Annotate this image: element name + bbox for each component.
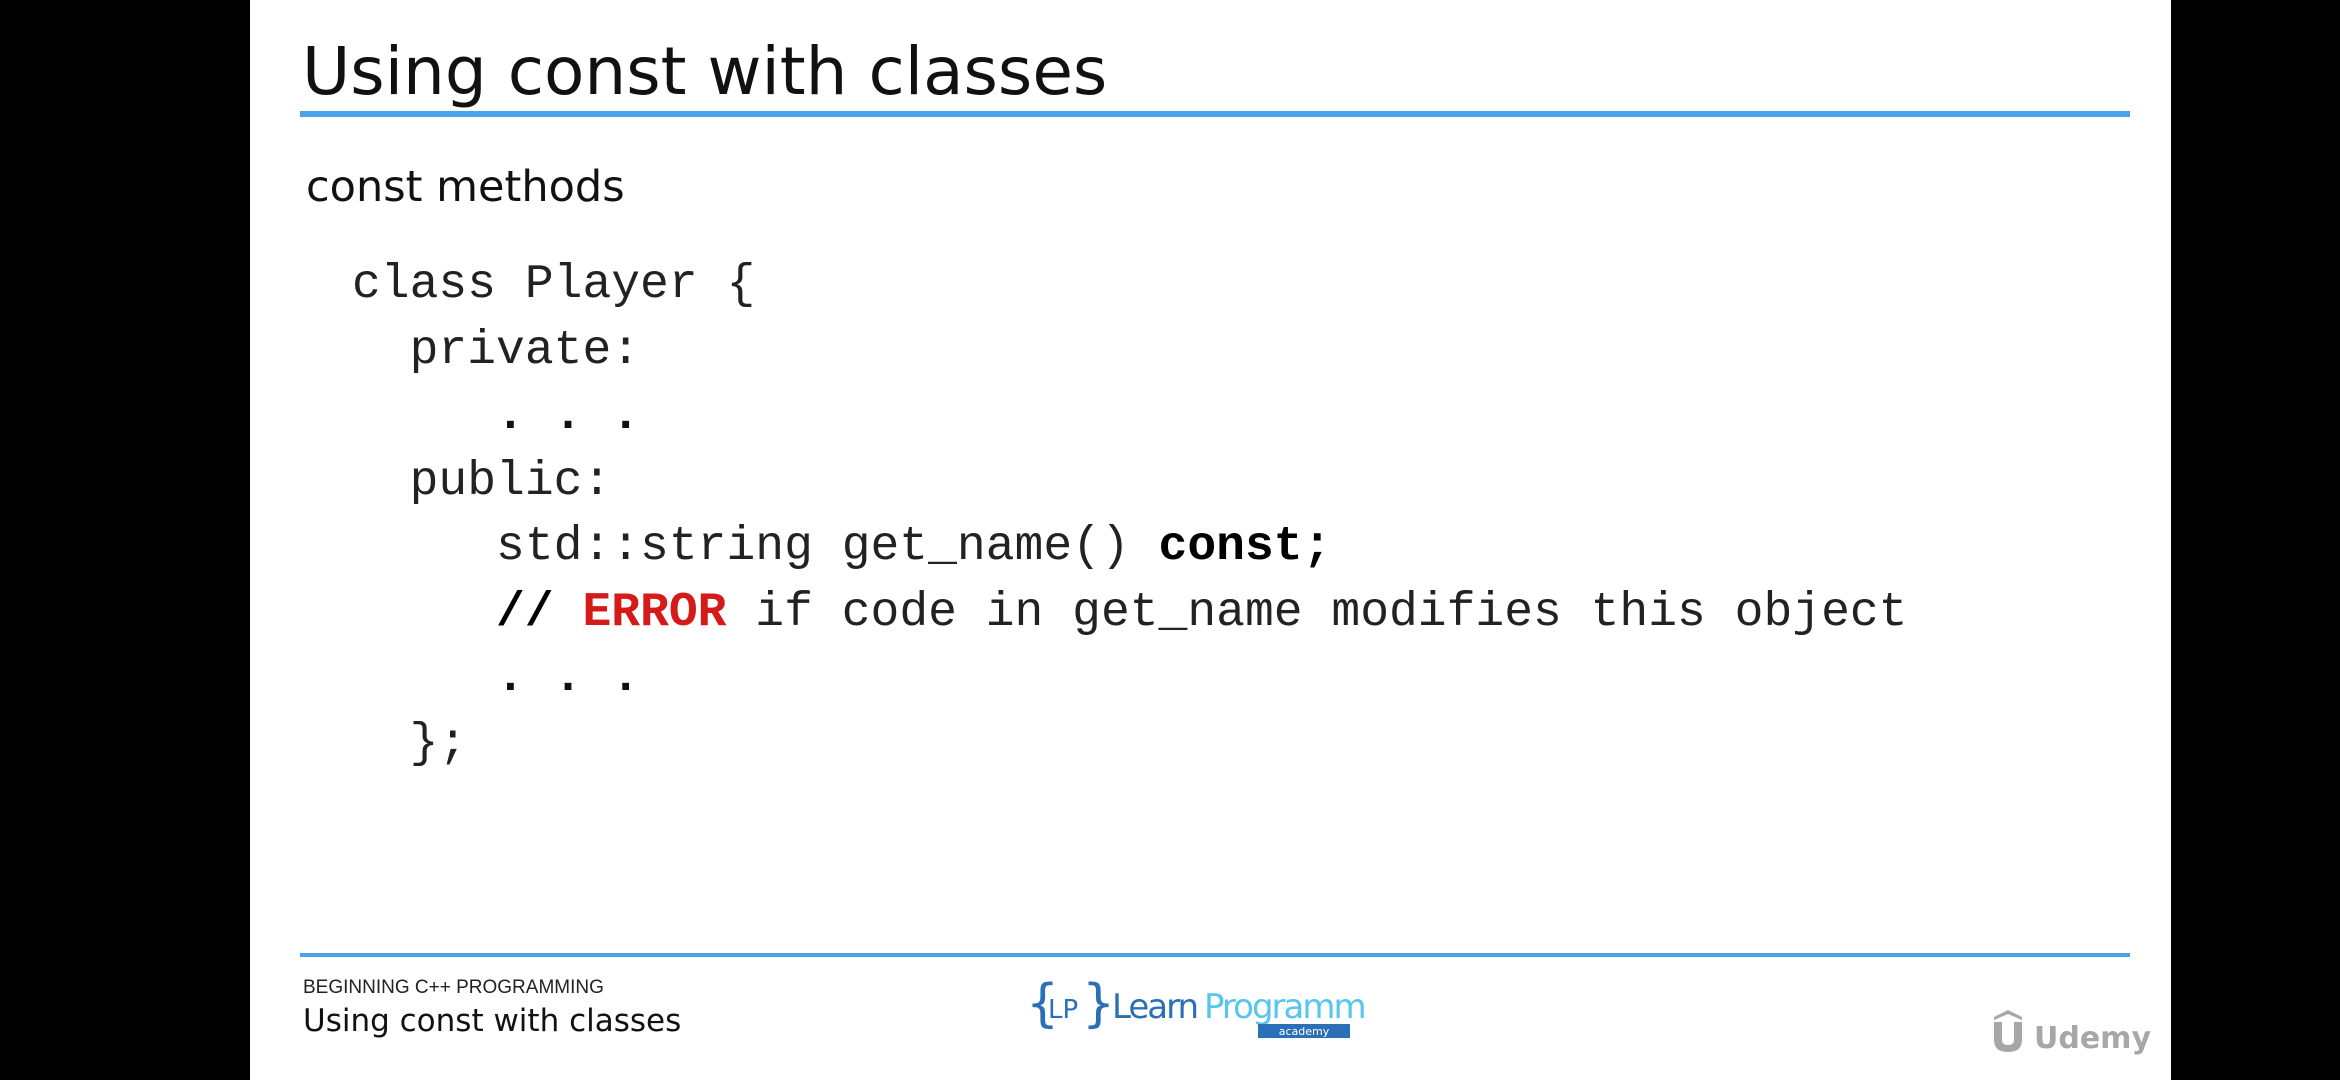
code-block: class Player { private: . . . public: st… <box>352 253 1907 777</box>
code-line-error-comment: // ERROR if code in get_name modifies th… <box>496 585 1908 640</box>
code-line-private: private: <box>409 323 641 378</box>
error-label: ERROR <box>582 585 727 640</box>
code-line-class-decl: class Player { <box>352 258 756 312</box>
code-line-ellipsis-2: . . . <box>496 651 641 705</box>
footer-lecture-title: Using const with classes <box>303 1003 682 1039</box>
udemy-watermark: Udemy <box>1994 1010 2151 1056</box>
footer-divider <box>300 953 2130 957</box>
logo-academy-text: academy <box>1279 1025 1330 1038</box>
const-keyword: const; <box>1158 520 1332 574</box>
code-line-close: }; <box>409 716 468 771</box>
footer-course-title: BEGINNING C++ PROGRAMMING <box>303 977 604 998</box>
logo-learn-text: Learn <box>1112 987 1197 1027</box>
code-line-public: public: <box>409 454 612 509</box>
video-frame: Using const with classes const methods c… <box>0 0 2340 1080</box>
title-divider <box>300 111 2130 117</box>
udemy-brand-text: Udemy <box>2034 1021 2151 1056</box>
slide-subtitle: const methods <box>306 162 625 212</box>
logo-programming-text: Programming <box>1204 987 1366 1027</box>
udemy-cap-icon <box>1994 1010 2022 1020</box>
slide-title: Using const with classes <box>302 33 1108 110</box>
logo-lp-mark: LP <box>1048 995 1078 1025</box>
code-line-get-name: std::string get_name() const; <box>496 520 1332 574</box>
code-line-ellipsis-1: . . . <box>496 389 641 443</box>
comment-slashes: // <box>496 585 583 640</box>
learn-programming-academy-logo: { LP } Learn Programming academy <box>1026 974 1366 1038</box>
slide: Using const with classes const methods c… <box>250 0 2171 1080</box>
logo-close-brace: } <box>1082 974 1115 1034</box>
udemy-u-icon <box>1994 1022 2022 1052</box>
